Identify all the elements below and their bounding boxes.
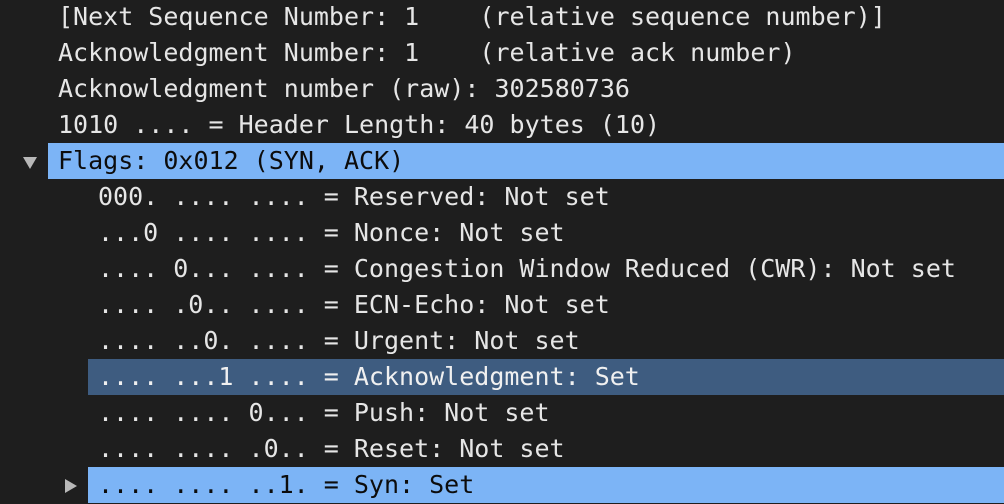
tree-row-text: 1010 .... = Header Length: 40 bytes (10)	[58, 110, 661, 139]
tree-row-text: .... .... .0.. = Reset: Not set	[98, 434, 565, 463]
tree-row[interactable]: ...0 .... .... = Nonce: Not set	[0, 215, 1004, 251]
triangle-down-icon[interactable]	[22, 143, 42, 179]
tree-row[interactable]: Acknowledgment Number: 1 (relative ack n…	[0, 35, 1004, 71]
triangle-right-icon[interactable]	[62, 467, 82, 503]
tree-row[interactable]: [Next Sequence Number: 1 (relative seque…	[0, 0, 1004, 35]
tree-row-text: .... ..0. .... = Urgent: Not set	[98, 326, 580, 355]
tree-row-text: Acknowledgment number (raw): 302580736	[58, 74, 630, 103]
tree-row-text: ...0 .... .... = Nonce: Not set	[98, 218, 565, 247]
tree-row-text: [Next Sequence Number: 1 (relative seque…	[58, 2, 886, 31]
tree-row[interactable]: .... 0... .... = Congestion Window Reduc…	[0, 251, 1004, 287]
tree-row[interactable]: .... .... .0.. = Reset: Not set	[0, 431, 1004, 467]
tree-row-text: 000. .... .... = Reserved: Not set	[98, 182, 610, 211]
tree-row[interactable]: .... ...1 .... = Acknowledgment: Set	[0, 359, 1004, 395]
tree-row[interactable]: .... .... 0... = Push: Not set	[0, 395, 1004, 431]
tree-row-text: .... ...1 .... = Acknowledgment: Set	[98, 362, 640, 391]
packet-details-tree: [Next Sequence Number: 1 (relative seque…	[0, 0, 1004, 504]
tree-row[interactable]: .... .... ..1. = Syn: Set	[0, 467, 1004, 503]
tree-row-text: .... .... ..1. = Syn: Set	[98, 470, 475, 499]
tree-row[interactable]: .... ..0. .... = Urgent: Not set	[0, 323, 1004, 359]
tree-row-text: .... .0.. .... = ECN-Echo: Not set	[98, 290, 610, 319]
tree-row[interactable]: Acknowledgment number (raw): 302580736	[0, 71, 1004, 107]
tree-row-text: Flags: 0x012 (SYN, ACK)	[58, 146, 405, 175]
tree-row-text: .... .... 0... = Push: Not set	[98, 398, 550, 427]
tree-row-text: .... 0... .... = Congestion Window Reduc…	[98, 254, 956, 283]
tree-row[interactable]: Flags: 0x012 (SYN, ACK)	[0, 143, 1004, 179]
tree-row-text: Acknowledgment Number: 1 (relative ack n…	[58, 38, 796, 67]
tree-row[interactable]: 1010 .... = Header Length: 40 bytes (10)	[0, 107, 1004, 143]
tree-row[interactable]: .... .0.. .... = ECN-Echo: Not set	[0, 287, 1004, 323]
tree-row[interactable]: 000. .... .... = Reserved: Not set	[0, 179, 1004, 215]
